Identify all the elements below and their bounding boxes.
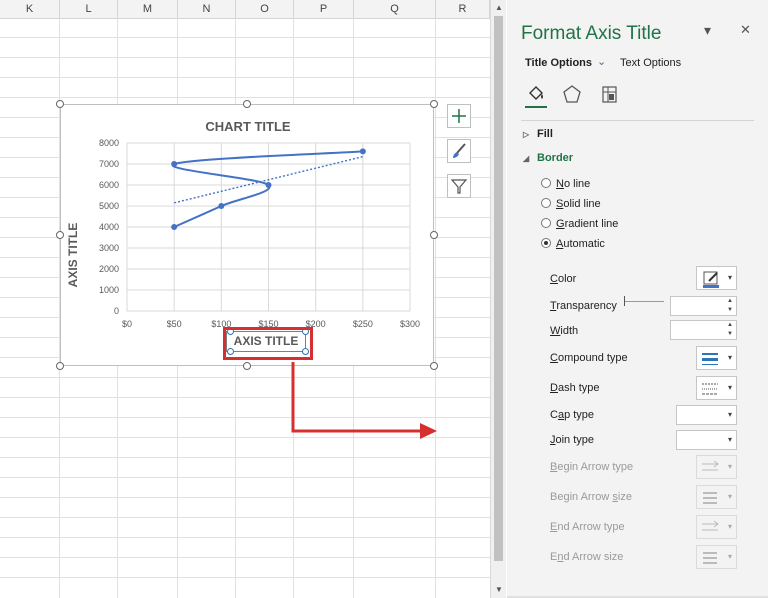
label-begin-arrow-type: Begin Arrow type [550, 461, 634, 473]
pen-color-icon [703, 271, 719, 288]
transparency-slider-thumb[interactable] [624, 296, 625, 306]
dropdown-arrow-icon: ▾ [727, 383, 732, 392]
label-width: Width [550, 325, 579, 337]
spin-down-icon[interactable]: ▼ [727, 331, 733, 337]
scroll-up-icon[interactable]: ▲ [494, 3, 504, 13]
label-cap-type: Cap type [550, 409, 595, 421]
cap-type-dropdown[interactable]: ▾ [676, 405, 737, 425]
radio-circle[interactable] [541, 218, 551, 228]
dash-type-dropdown[interactable]: ▾ [696, 376, 737, 400]
dash-lines-icon [702, 383, 718, 395]
begin-arrow-type-dropdown[interactable]: ▾ [696, 455, 737, 479]
collapse-icon: ◢ [523, 154, 530, 163]
compound-type-dropdown[interactable]: ▾ [696, 346, 737, 370]
worksheet[interactable]: K L M N O P Q R CHART TITLE AXIS TITLE 8… [0, 0, 490, 598]
format-pane: Format Axis Title ▾ ✕ Title Options ⌄ Te… [507, 0, 768, 598]
compound-lines-icon [702, 353, 718, 365]
dropdown-arrow-icon: ▾ [727, 353, 732, 362]
label-color: Color [550, 273, 577, 285]
tab-title-options[interactable]: Title Options [525, 57, 592, 69]
radio-gradient-line[interactable]: Gradient line [541, 218, 618, 230]
spin-down-icon[interactable]: ▼ [727, 307, 733, 313]
chart-filters-button[interactable] [447, 174, 471, 198]
label-end-arrow-size: End Arrow size [550, 551, 624, 563]
label-join-type: Join type [550, 434, 595, 446]
annotation-arrow [291, 362, 437, 439]
radio-circle[interactable] [541, 198, 551, 208]
divider [521, 120, 754, 121]
chart-styles-button[interactable] [447, 139, 471, 163]
arrow-size-icon [703, 492, 717, 504]
dropdown-arrow-icon: ▾ [727, 462, 732, 471]
arrow-size-icon [703, 552, 717, 564]
label-end-arrow-type: End Arrow type [550, 521, 625, 533]
scroll-thumb[interactable] [494, 16, 503, 561]
dropdown-arrow-icon: ▾ [727, 492, 732, 501]
chart-elements-button[interactable] [447, 104, 471, 128]
label-transparency: Transparency [550, 300, 617, 312]
spin-up-icon[interactable]: ▲ [727, 298, 733, 304]
end-arrow-size-dropdown[interactable]: ▾ [696, 545, 737, 569]
pane-title: Format Axis Title [521, 23, 662, 44]
chevron-down-icon[interactable]: ⌄ [597, 55, 606, 68]
radio-automatic[interactable]: Automatic [541, 238, 605, 250]
active-icon-indicator [525, 106, 547, 108]
fill-line-icon[interactable] [526, 84, 546, 104]
label-compound-type: Compound type [550, 352, 628, 364]
begin-arrow-size-dropdown[interactable]: ▾ [696, 485, 737, 509]
pane-options-dropdown[interactable]: ▾ [704, 22, 711, 39]
dropdown-arrow-icon: ▾ [727, 552, 732, 561]
scroll-down-icon[interactable]: ▼ [494, 585, 504, 595]
radio-circle-selected[interactable] [541, 238, 551, 248]
radio-circle[interactable] [541, 178, 551, 188]
transparency-slider[interactable] [624, 301, 664, 302]
effects-icon[interactable] [562, 84, 582, 104]
transparency-input[interactable]: ▲ ▼ [670, 296, 737, 316]
spin-up-icon[interactable]: ▲ [727, 322, 733, 328]
end-arrow-type-dropdown[interactable]: ▾ [696, 515, 737, 539]
close-icon[interactable]: ✕ [740, 22, 751, 38]
expand-icon: ▷ [523, 130, 530, 139]
chart-filters-icon [450, 179, 468, 194]
join-type-dropdown[interactable]: ▾ [676, 430, 737, 450]
radio-no-line[interactable]: No line [541, 178, 590, 190]
size-properties-icon[interactable] [599, 84, 619, 104]
color-picker[interactable]: ▾ [696, 266, 737, 290]
section-fill[interactable]: ▷ Fill [523, 128, 553, 140]
width-input[interactable]: ▲ ▼ [670, 320, 737, 340]
arrow-type-icon [702, 520, 719, 531]
label-begin-arrow-size: Begin Arrow size [550, 491, 632, 503]
chart-styles-icon [453, 143, 466, 158]
tab-text-options[interactable]: Text Options [620, 57, 681, 69]
dropdown-arrow-icon: ▾ [727, 273, 732, 282]
chart-elements-icon [452, 109, 466, 123]
radio-solid-line[interactable]: Solid line [541, 198, 601, 210]
dropdown-arrow-icon: ▾ [727, 522, 732, 531]
label-dash-type: Dash type [550, 382, 600, 394]
arrow-type-icon [702, 460, 719, 471]
vertical-scrollbar[interactable]: ▲ ▼ [490, 0, 506, 598]
section-border[interactable]: ◢ Border [523, 152, 573, 164]
dropdown-arrow-icon: ▾ [727, 435, 732, 444]
dropdown-arrow-icon: ▾ [727, 410, 732, 419]
